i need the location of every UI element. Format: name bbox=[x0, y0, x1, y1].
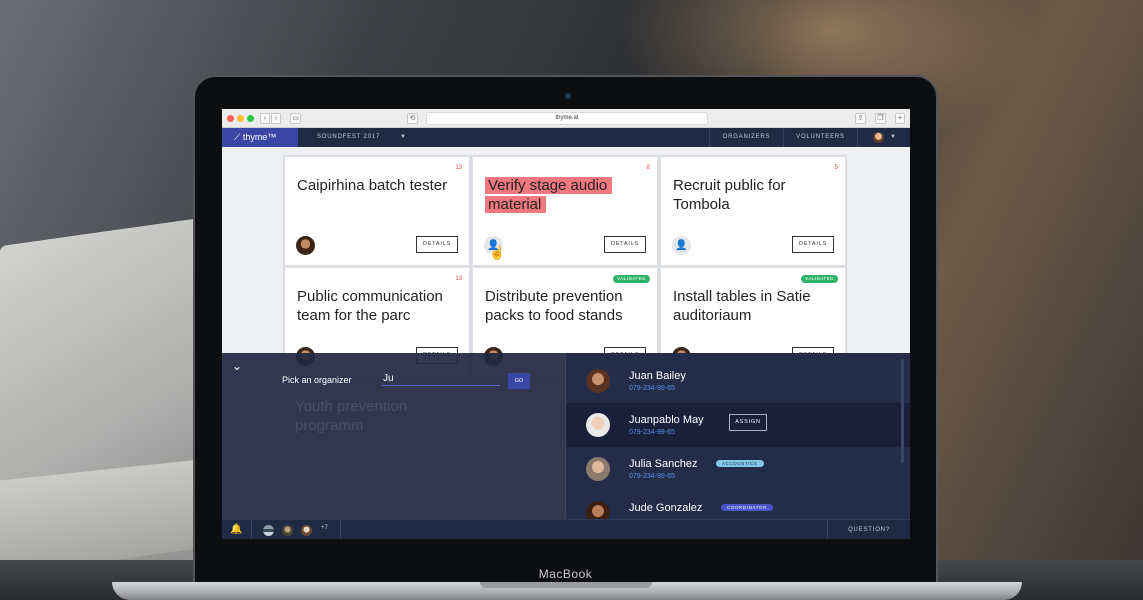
laptop-brand: MacBook bbox=[538, 567, 593, 581]
organizer-search-input[interactable] bbox=[382, 371, 500, 386]
task-title: Public communication team for the parc bbox=[297, 288, 443, 324]
address-bar[interactable]: thyme.at bbox=[426, 112, 708, 125]
assign-button[interactable]: ASSIGN bbox=[729, 414, 767, 431]
person-phone: 079-234-99-65 bbox=[629, 429, 675, 436]
list-item[interactable]: Julia Sanchez ACCOUSTICS 079-234-99-65 bbox=[566, 447, 910, 491]
chevron-down-icon[interactable]: ⌄ bbox=[232, 359, 242, 373]
details-button[interactable]: DETAILS bbox=[604, 236, 646, 253]
avatar bbox=[586, 501, 610, 519]
laptop-notch bbox=[480, 582, 652, 588]
tabs-icon[interactable]: ❐ bbox=[875, 113, 886, 124]
person-name: Juanpablo May bbox=[629, 414, 704, 426]
task-count: 8 bbox=[646, 165, 650, 171]
person-phone: 079-234-99-65 bbox=[629, 385, 675, 392]
logo-text: thyme™ bbox=[242, 132, 277, 142]
skill-tag: ACCOUSTICS bbox=[716, 460, 764, 467]
go-button[interactable]: GO bbox=[508, 373, 530, 389]
person-phone: 079-234-99-65 bbox=[629, 473, 675, 480]
person-name: Julia Sanchez bbox=[629, 458, 698, 470]
close-window-button[interactable] bbox=[227, 115, 234, 122]
details-button[interactable]: DETAILS bbox=[792, 236, 834, 253]
question-button[interactable]: QUESTION? bbox=[827, 520, 910, 539]
avatar[interactable] bbox=[873, 132, 884, 143]
divider bbox=[340, 520, 341, 539]
task-count: 13 bbox=[455, 165, 462, 171]
person-name: Juan Bailey bbox=[629, 370, 686, 382]
organizer-picker-panel: ⌄ Pick an organizer GO Youth prevention … bbox=[222, 353, 565, 519]
screen: ‹ › ▭ ⟲ thyme.at ⇪ ❐ + ⟋ thyme™ SOUNDFES… bbox=[222, 109, 910, 539]
chevron-down-icon[interactable]: ▼ bbox=[400, 128, 406, 147]
add-person-icon[interactable]: 👤 bbox=[672, 236, 691, 255]
task-title: Distribute prevention packs to food stan… bbox=[485, 288, 623, 324]
logo[interactable]: ⟋ thyme™ bbox=[222, 128, 298, 147]
task-title: Install tables in Satie auditoriaum bbox=[673, 288, 811, 324]
picker-label: Pick an organizer bbox=[282, 375, 352, 385]
back-icon[interactable]: ‹ bbox=[260, 113, 270, 124]
role-tag: COORDINATOR bbox=[721, 504, 773, 511]
footer-bar: 🔔 +7 QUESTION? bbox=[222, 519, 910, 539]
pointer-cursor-icon: ☝ bbox=[489, 245, 506, 260]
event-selector[interactable]: SOUNDFEST 2017 bbox=[317, 128, 380, 147]
task-count: 5 bbox=[834, 165, 838, 171]
avatar bbox=[586, 413, 610, 437]
divider bbox=[251, 520, 252, 539]
avatar[interactable] bbox=[301, 525, 312, 536]
minimize-window-button[interactable] bbox=[237, 115, 244, 122]
task-title-text: Verify stage audio material bbox=[485, 177, 613, 213]
task-count: 13 bbox=[455, 276, 462, 282]
avatar[interactable] bbox=[263, 525, 274, 536]
sidebar-icon[interactable]: ▭ bbox=[290, 113, 301, 124]
nav-volunteers[interactable]: VOLUNTEERS bbox=[783, 128, 857, 147]
new-tab-icon[interactable]: + bbox=[895, 113, 905, 124]
reader-icon[interactable]: ⟲ bbox=[407, 113, 418, 124]
browser-toolbar: ‹ › ▭ ⟲ thyme.at ⇪ ❐ + bbox=[222, 109, 910, 128]
avatar bbox=[586, 369, 610, 393]
list-item[interactable]: Jude Gonzalez COORDINATOR bbox=[566, 491, 910, 519]
camera-icon bbox=[565, 93, 571, 99]
avatar bbox=[586, 457, 610, 481]
details-button[interactable]: DETAILS bbox=[416, 236, 458, 253]
task-card[interactable]: 13 Caipirhina batch tester DETAILS bbox=[284, 156, 470, 266]
avatar bbox=[296, 236, 315, 255]
validated-badge: VALIDATED bbox=[801, 275, 838, 283]
more-count[interactable]: +7 bbox=[321, 525, 328, 531]
list-item[interactable]: Juanpablo May 079-234-99-65 ASSIGN bbox=[566, 403, 910, 447]
person-name: Jude Gonzalez bbox=[629, 502, 703, 514]
task-card[interactable]: 5 Recruit public for Tombola 👤 DETAILS bbox=[660, 156, 846, 266]
maximize-window-button[interactable] bbox=[247, 115, 254, 122]
chevron-down-icon[interactable]: ▼ bbox=[890, 128, 896, 147]
list-item[interactable]: Juan Bailey 079-234-99-65 bbox=[566, 359, 910, 403]
validated-badge: VALIDATED bbox=[613, 275, 650, 283]
app-header: ⟋ thyme™ SOUNDFEST 2017 ▼ ORGANIZERS VOL… bbox=[222, 128, 910, 147]
task-title: Verify stage audio material bbox=[485, 176, 655, 214]
organizer-results-list: Juan Bailey 079-234-99-65 Juanpablo May … bbox=[565, 353, 910, 519]
avatar[interactable] bbox=[282, 525, 293, 536]
nav-organizers[interactable]: ORGANIZERS bbox=[709, 128, 783, 147]
share-icon[interactable]: ⇪ bbox=[855, 113, 866, 124]
task-title: Caipirhina batch tester bbox=[297, 177, 448, 194]
forward-icon[interactable]: › bbox=[271, 113, 281, 124]
task-title: Recruit public for Tombola bbox=[673, 177, 786, 213]
scrollbar[interactable] bbox=[901, 359, 904, 463]
background-task-title: Youth prevention programm bbox=[295, 398, 408, 434]
bell-icon[interactable]: 🔔 bbox=[230, 524, 242, 535]
